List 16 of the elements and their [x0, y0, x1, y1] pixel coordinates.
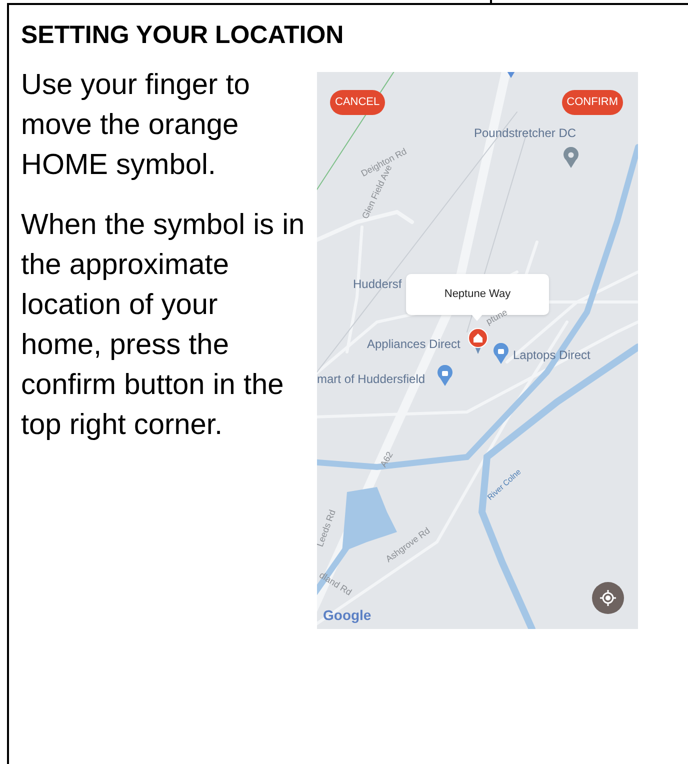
cancel-button[interactable]: CANCEL [330, 90, 385, 115]
section-heading: SETTING YOUR LOCATION [21, 20, 345, 51]
road-label: dland Rd [318, 570, 353, 598]
place-label: Appliances Direct [367, 338, 460, 350]
instruction-paragraph: When the symbol is in the approximate location of your home, press the confirm button in the top right corner. [21, 208, 305, 443]
place-label: Poundstretcher DC [474, 127, 576, 139]
home-marker-icon[interactable] [468, 328, 488, 354]
instruction-paragraph: Use your finger to move the orange HOME symbol. [21, 68, 251, 183]
place-label: Huddersf [353, 278, 402, 290]
shopping-bag-pin-icon [493, 343, 509, 364]
target-icon [600, 590, 616, 606]
shopping-bag-pin-icon [437, 365, 453, 386]
confirm-button[interactable]: CONFIRM [562, 90, 623, 115]
place-label: mart of Huddersfield [317, 373, 426, 385]
map-attribution-logo: Google [323, 608, 372, 622]
place-label: Laptops Direct [513, 349, 590, 361]
